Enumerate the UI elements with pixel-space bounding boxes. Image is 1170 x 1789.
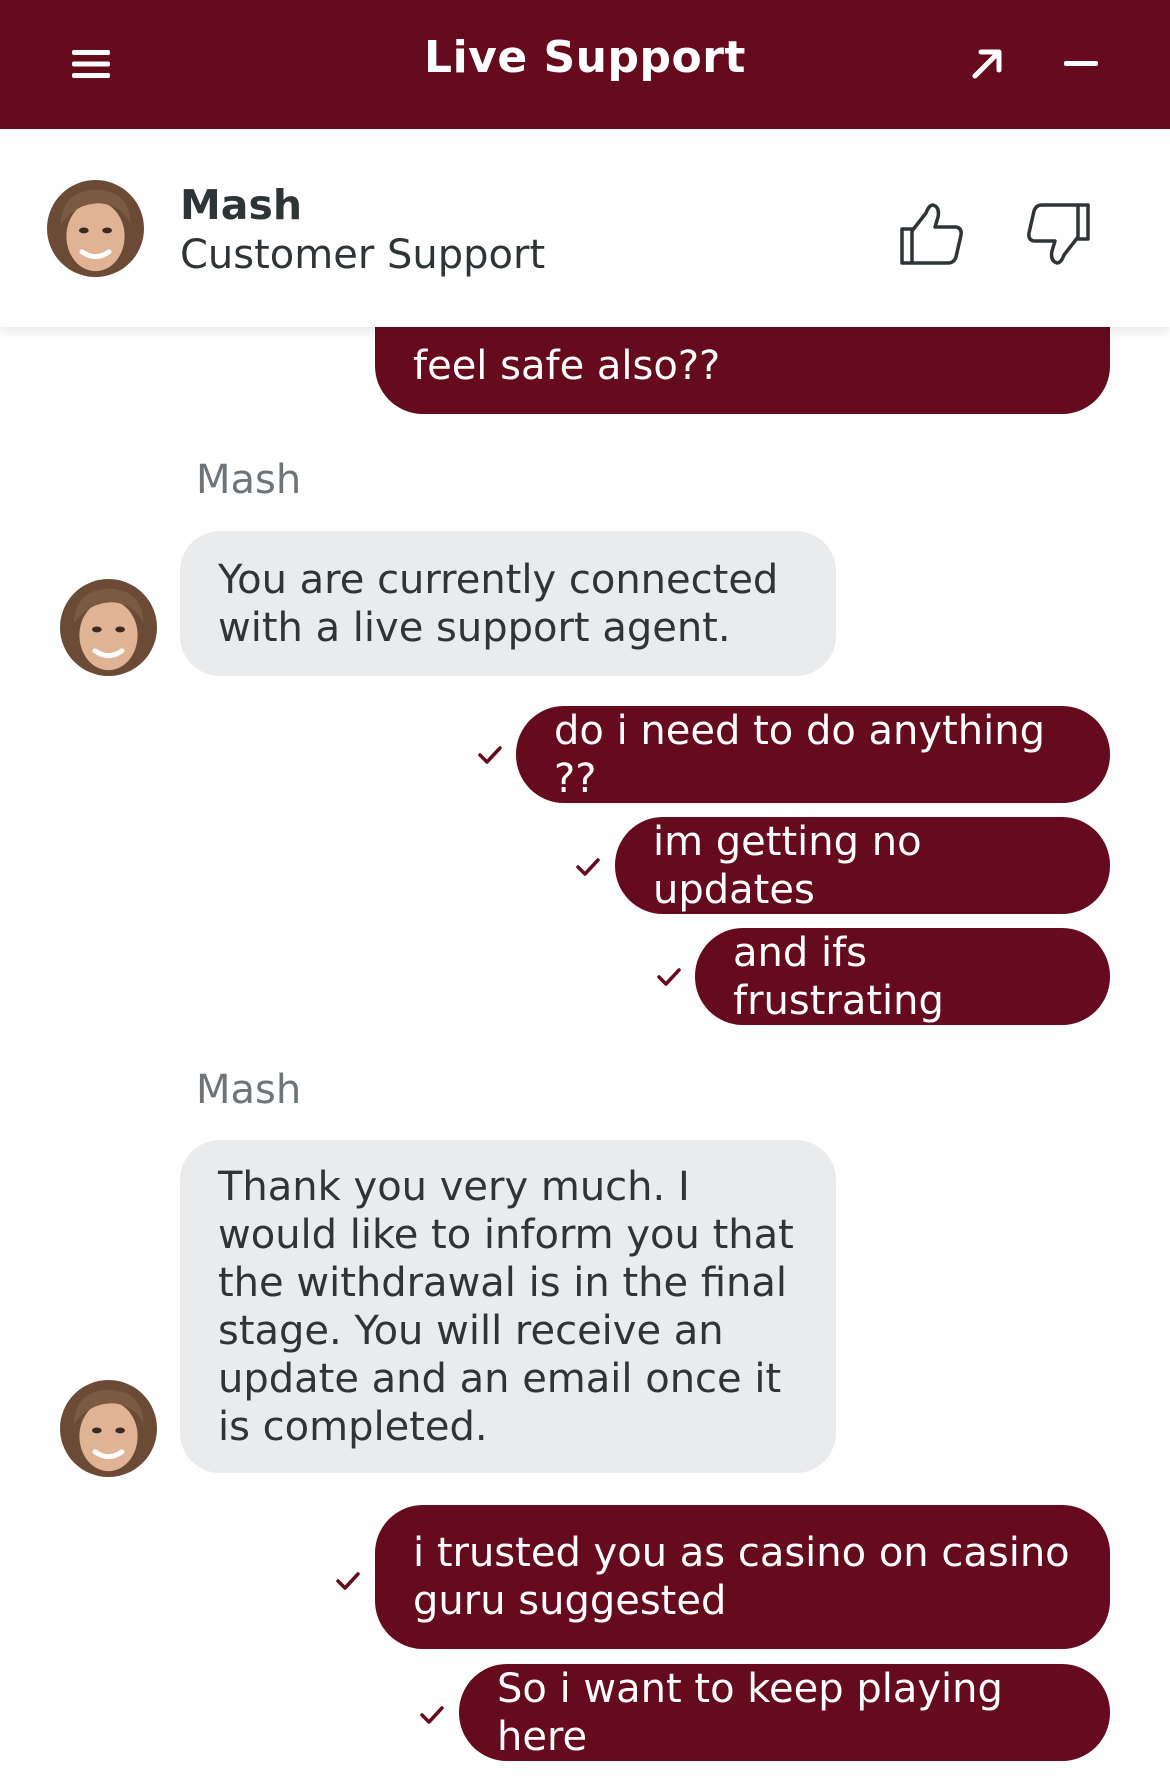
user-message: im getting no updates — [615, 817, 1110, 914]
chat-transcript[interactable]: feel safe also?? Mash You are currently … — [0, 327, 1170, 1789]
sent-check-icon — [657, 968, 681, 986]
agent-message: You are currently connected with a live … — [180, 531, 836, 676]
sent-check-icon — [420, 1706, 444, 1724]
user-message: do i need to do anything ?? — [516, 706, 1110, 803]
sender-label: Mash — [196, 1067, 302, 1113]
user-message: feel safe also?? — [375, 327, 1110, 414]
agent-avatar — [47, 180, 144, 277]
message-text: feel safe also?? — [413, 343, 721, 389]
message-text: Thank you very much. I would like to inf… — [218, 1163, 794, 1450]
message-text: im getting no updates — [653, 818, 922, 913]
agent-avatar — [60, 1380, 157, 1477]
agent-name: Mash — [180, 181, 303, 229]
agent-role: Customer Support — [180, 232, 546, 278]
sender-label: Mash — [196, 457, 302, 503]
user-message: So i want to keep playing here — [459, 1664, 1110, 1761]
message-text: i trusted you as casino on casino guru s… — [413, 1530, 1070, 1624]
message-text: So i want to keep playing here — [497, 1665, 1003, 1760]
chat-header: Live Support — [0, 0, 1170, 129]
sent-check-icon — [478, 746, 502, 764]
user-message: i trusted you as casino on casino guru s… — [375, 1505, 1110, 1649]
agent-avatar — [60, 579, 157, 676]
expand-arrow-icon — [972, 49, 1002, 79]
agent-info-bar: Mash Customer Support — [0, 129, 1170, 327]
agent-message: Thank you very much. I would like to inf… — [180, 1140, 836, 1473]
message-text: You are currently connected with a live … — [218, 556, 779, 651]
message-text: and ifs frustrating — [733, 929, 944, 1024]
minimize-button[interactable] — [1050, 36, 1112, 92]
message-text: do i need to do anything ?? — [554, 707, 1045, 802]
sent-check-icon — [336, 1572, 360, 1590]
user-message: and ifs frustrating — [695, 928, 1110, 1025]
expand-button[interactable] — [956, 36, 1018, 92]
thumbs-up-icon[interactable] — [896, 199, 966, 269]
minimize-icon — [1064, 61, 1098, 66]
thumbs-down-icon[interactable] — [1024, 199, 1094, 269]
sent-check-icon — [576, 858, 600, 876]
